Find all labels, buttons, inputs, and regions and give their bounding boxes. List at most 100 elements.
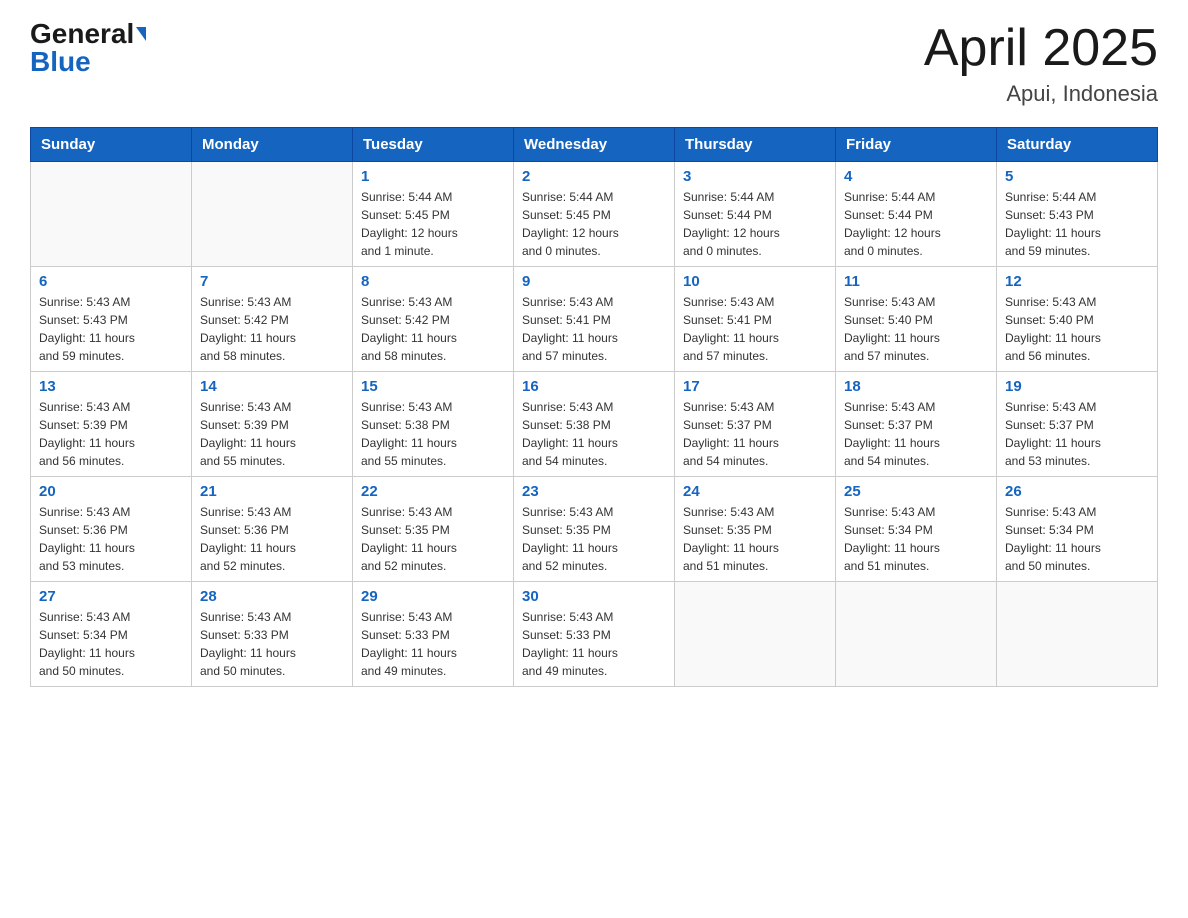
day-number: 5 — [1005, 168, 1149, 185]
day-info: Sunrise: 5:43 AMSunset: 5:35 PMDaylight:… — [361, 503, 505, 575]
day-number: 18 — [844, 378, 988, 395]
day-number: 9 — [522, 273, 666, 290]
day-info: Sunrise: 5:43 AMSunset: 5:37 PMDaylight:… — [683, 398, 827, 470]
calendar-cell: 25Sunrise: 5:43 AMSunset: 5:34 PMDayligh… — [836, 477, 997, 582]
logo-triangle-icon — [136, 27, 146, 41]
calendar-cell: 12 Sunrise: 5:43 AMSunset: 5:40 PMDayligh… — [997, 267, 1158, 372]
calendar-table: SundayMondayTuesdayWednesdayThursdayFrid… — [30, 127, 1158, 687]
week-row-2: 6Sunrise: 5:43 AMSunset: 5:43 PMDaylight… — [31, 267, 1158, 372]
day-info: Sunrise: 5:44 AMSunset: 5:44 PMDaylight:… — [844, 188, 988, 260]
day-number: 24 — [683, 483, 827, 500]
calendar-cell: 29 Sunrise: 5:43 AMSunset: 5:33 PMDayligh… — [353, 582, 514, 687]
day-info: Sunrise: 5:43 AMSunset: 5:42 PMDaylight:… — [361, 293, 505, 365]
day-number: 1 — [361, 168, 505, 185]
calendar-cell — [31, 162, 192, 267]
logo: General Blue — [30, 20, 146, 76]
day-info: Sunrise: 5:44 AMSunset: 5:43 PMDaylight:… — [1005, 188, 1149, 260]
day-number: 13 — [39, 378, 183, 395]
calendar-cell: 28 Sunrise: 5:43 AMSunset: 5:33 PMDayligh… — [192, 582, 353, 687]
calendar-cell: 5 Sunrise: 5:44 AMSunset: 5:43 PMDaylight… — [997, 162, 1158, 267]
day-info: Sunrise: 5:43 AMSunset: 5:38 PMDaylight:… — [522, 398, 666, 470]
day-info: Sunrise: 5:43 AMSunset: 5:39 PMDaylight:… — [200, 398, 344, 470]
calendar-cell: 19 Sunrise: 5:43 AMSunset: 5:37 PMDayligh… — [997, 372, 1158, 477]
week-row-4: 20 Sunrise: 5:43 AMSunset: 5:36 PMDayligh… — [31, 477, 1158, 582]
day-info: Sunrise: 5:44 AMSunset: 5:45 PMDaylight:… — [361, 188, 505, 260]
calendar-cell: 9 Sunrise: 5:43 AMSunset: 5:41 PMDaylight… — [514, 267, 675, 372]
page-header: General Blue April 2025 Apui, Indonesia — [30, 20, 1158, 107]
calendar-cell: 20Sunrise: 5:43 AMSunset: 5:36 PMDayligh… — [31, 477, 192, 582]
calendar-cell: 22 Sunrise: 5:43 AMSunset: 5:35 PMDayligh… — [353, 477, 514, 582]
week-row-1: 1 Sunrise: 5:44 AMSunset: 5:45 PMDaylight… — [31, 162, 1158, 267]
logo-general-text: General — [30, 20, 134, 48]
day-number: 21 — [200, 483, 344, 500]
day-info: Sunrise: 5:43 AMSunset: 5:41 PMDaylight:… — [522, 293, 666, 365]
day-number: 7 — [200, 273, 344, 290]
title-area: April 2025 Apui, Indonesia — [924, 20, 1158, 107]
calendar-cell — [997, 582, 1158, 687]
calendar-cell: 3 Sunrise: 5:44 AMSunset: 5:44 PMDaylight… — [675, 162, 836, 267]
calendar-cell: 2 Sunrise: 5:44 AMSunset: 5:45 PMDaylight… — [514, 162, 675, 267]
calendar-cell: 6Sunrise: 5:43 AMSunset: 5:43 PMDaylight… — [31, 267, 192, 372]
day-number: 11 — [844, 273, 988, 290]
weekday-header-friday: Friday — [836, 128, 997, 162]
weekday-header-tuesday: Tuesday — [353, 128, 514, 162]
calendar-cell: 24 Sunrise: 5:43 AMSunset: 5:35 PMDayligh… — [675, 477, 836, 582]
day-info: Sunrise: 5:44 AMSunset: 5:45 PMDaylight:… — [522, 188, 666, 260]
day-info: Sunrise: 5:43 AMSunset: 5:34 PMDaylight:… — [39, 608, 183, 680]
day-number: 4 — [844, 168, 988, 185]
weekday-header-wednesday: Wednesday — [514, 128, 675, 162]
day-number: 2 — [522, 168, 666, 185]
day-number: 28 — [200, 588, 344, 605]
calendar-cell: 26 Sunrise: 5:43 AMSunset: 5:34 PMDayligh… — [997, 477, 1158, 582]
day-number: 25 — [844, 483, 988, 500]
day-info: Sunrise: 5:43 AMSunset: 5:33 PMDaylight:… — [200, 608, 344, 680]
day-info: Sunrise: 5:43 AMSunset: 5:42 PMDaylight:… — [200, 293, 344, 365]
day-number: 12 — [1005, 273, 1149, 290]
day-info: Sunrise: 5:43 AMSunset: 5:35 PMDaylight:… — [522, 503, 666, 575]
weekday-header-saturday: Saturday — [997, 128, 1158, 162]
day-number: 22 — [361, 483, 505, 500]
calendar-cell: 10Sunrise: 5:43 AMSunset: 5:41 PMDayligh… — [675, 267, 836, 372]
location-title: Apui, Indonesia — [924, 81, 1158, 107]
weekday-header-thursday: Thursday — [675, 128, 836, 162]
calendar-cell: 11 Sunrise: 5:43 AMSunset: 5:40 PMDayligh… — [836, 267, 997, 372]
day-number: 26 — [1005, 483, 1149, 500]
week-row-5: 27 Sunrise: 5:43 AMSunset: 5:34 PMDayligh… — [31, 582, 1158, 687]
calendar-cell: 23 Sunrise: 5:43 AMSunset: 5:35 PMDayligh… — [514, 477, 675, 582]
weekday-header-row: SundayMondayTuesdayWednesdayThursdayFrid… — [31, 128, 1158, 162]
day-info: Sunrise: 5:44 AMSunset: 5:44 PMDaylight:… — [683, 188, 827, 260]
calendar-cell: 17 Sunrise: 5:43 AMSunset: 5:37 PMDayligh… — [675, 372, 836, 477]
day-number: 14 — [200, 378, 344, 395]
day-info: Sunrise: 5:43 AMSunset: 5:35 PMDaylight:… — [683, 503, 827, 575]
calendar-cell — [675, 582, 836, 687]
calendar-cell: 14 Sunrise: 5:43 AMSunset: 5:39 PMDayligh… — [192, 372, 353, 477]
day-info: Sunrise: 5:43 AMSunset: 5:37 PMDaylight:… — [1005, 398, 1149, 470]
day-info: Sunrise: 5:43 AMSunset: 5:40 PMDaylight:… — [1005, 293, 1149, 365]
day-number: 23 — [522, 483, 666, 500]
calendar-cell: 30Sunrise: 5:43 AMSunset: 5:33 PMDayligh… — [514, 582, 675, 687]
day-number: 3 — [683, 168, 827, 185]
day-info: Sunrise: 5:43 AMSunset: 5:43 PMDaylight:… — [39, 293, 183, 365]
day-number: 19 — [1005, 378, 1149, 395]
calendar-cell — [836, 582, 997, 687]
calendar-cell: 4 Sunrise: 5:44 AMSunset: 5:44 PMDaylight… — [836, 162, 997, 267]
day-number: 27 — [39, 588, 183, 605]
day-number: 20 — [39, 483, 183, 500]
logo-blue-text: Blue — [30, 48, 91, 76]
day-number: 17 — [683, 378, 827, 395]
day-info: Sunrise: 5:43 AMSunset: 5:37 PMDaylight:… — [844, 398, 988, 470]
calendar-cell: 8 Sunrise: 5:43 AMSunset: 5:42 PMDaylight… — [353, 267, 514, 372]
day-info: Sunrise: 5:43 AMSunset: 5:41 PMDaylight:… — [683, 293, 827, 365]
day-number: 8 — [361, 273, 505, 290]
week-row-3: 13 Sunrise: 5:43 AMSunset: 5:39 PMDayligh… — [31, 372, 1158, 477]
day-info: Sunrise: 5:43 AMSunset: 5:33 PMDaylight:… — [361, 608, 505, 680]
calendar-cell — [192, 162, 353, 267]
calendar-cell: 18 Sunrise: 5:43 AMSunset: 5:37 PMDayligh… — [836, 372, 997, 477]
day-info: Sunrise: 5:43 AMSunset: 5:36 PMDaylight:… — [200, 503, 344, 575]
day-info: Sunrise: 5:43 AMSunset: 5:40 PMDaylight:… — [844, 293, 988, 365]
day-number: 15 — [361, 378, 505, 395]
day-info: Sunrise: 5:43 AMSunset: 5:34 PMDaylight:… — [1005, 503, 1149, 575]
weekday-header-monday: Monday — [192, 128, 353, 162]
calendar-cell: 7 Sunrise: 5:43 AMSunset: 5:42 PMDaylight… — [192, 267, 353, 372]
day-number: 29 — [361, 588, 505, 605]
